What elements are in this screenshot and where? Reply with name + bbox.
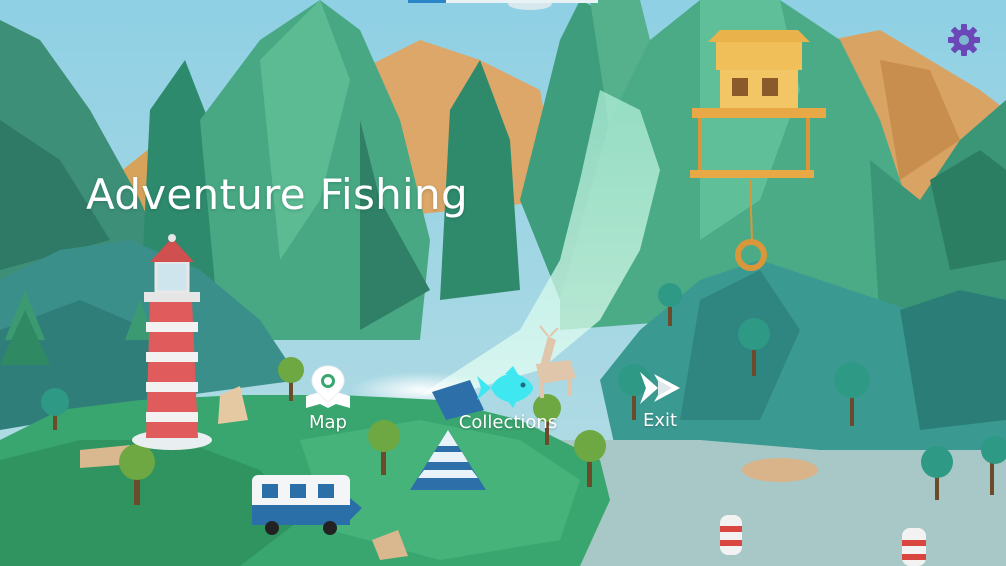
top-progress-bar [408, 0, 598, 3]
collections-button[interactable]: Collections [450, 364, 566, 433]
map-button[interactable]: Map [298, 364, 358, 433]
map-label: Map [309, 412, 347, 433]
gear-icon[interactable] [946, 22, 982, 58]
game-scene-background [0, 0, 1006, 566]
exit-label: Exit [642, 410, 678, 431]
game-title: Adventure Fishing [86, 170, 468, 219]
fish-icon [477, 366, 533, 408]
collections-label: Collections [458, 412, 558, 433]
exit-button[interactable]: Exit [632, 368, 688, 431]
exit-fish-icon [640, 372, 680, 404]
map-pin-icon [306, 365, 350, 408]
top-progress-fill [408, 0, 446, 3]
